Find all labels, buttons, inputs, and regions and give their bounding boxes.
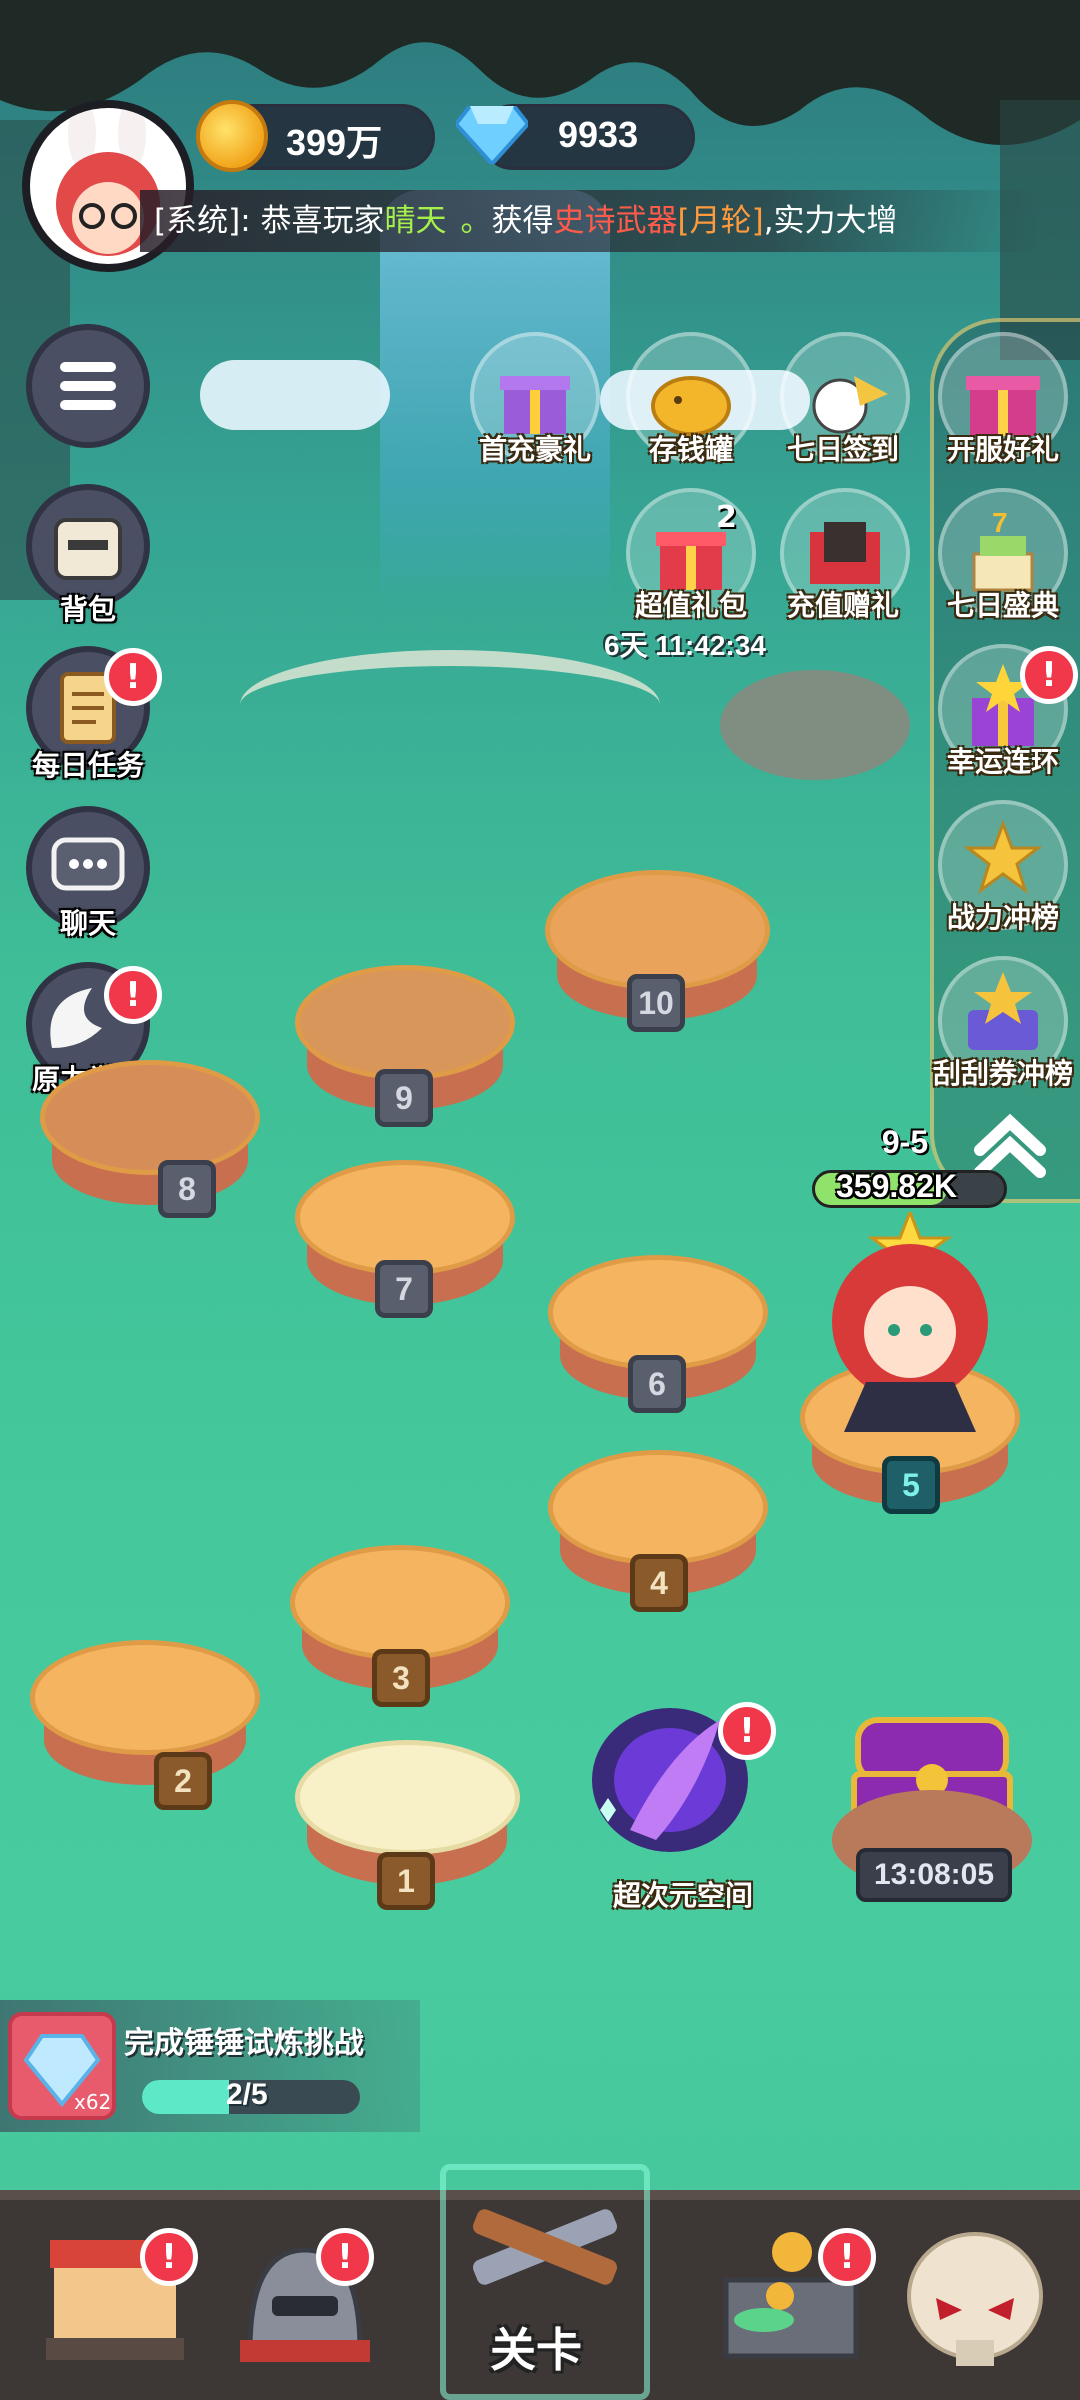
level-number-9: 9 <box>375 1069 433 1127</box>
reward-count: x62 <box>74 2090 112 2114</box>
quest-title: 完成锤锤试炼挑战 <box>124 2026 364 2061</box>
menu-icon <box>60 362 116 410</box>
chat-label: 聊天 <box>59 907 116 940</box>
scratch-ranking-label: 刮刮券冲榜 <box>932 1057 1073 1090</box>
level-node-1[interactable]: 1 <box>295 1740 520 1910</box>
broadcast-middle: 获得 <box>491 203 554 239</box>
server-open-gift-label: 开服好礼 <box>946 433 1059 466</box>
broadcast-suffix: ,实力大增 <box>763 203 898 239</box>
diamond-amount: 9933 <box>558 114 639 155</box>
broadcast-player: 晴天 <box>384 203 447 239</box>
diamond-icon <box>456 106 528 164</box>
stage-nav-label: 关卡 <box>490 2323 582 2377</box>
knight-helmet-icon <box>240 2247 370 2362</box>
nav-treasure[interactable]: ! <box>700 2200 890 2400</box>
cloud <box>200 360 390 430</box>
portal-label: 超次元空间 <box>612 1879 753 1912</box>
bone-decor <box>240 650 660 760</box>
shop-alert-badge: ! <box>140 2228 198 2286</box>
nav-hero[interactable]: ! <box>210 2200 400 2400</box>
broadcast-prefix: [系统]: 恭喜玩家 <box>154 203 385 239</box>
chest-timer-box: 13:08:05 <box>856 1848 1012 1902</box>
portal-alert-badge: ! <box>718 1702 776 1760</box>
level-node-8[interactable]: 8 <box>40 1060 260 1218</box>
level-number-8: 8 <box>158 1160 216 1218</box>
bag-label: 背包 <box>59 593 116 626</box>
stage-id: 9-5 <box>881 1124 929 1160</box>
lucky-chain-alert-badge: ! <box>1020 646 1078 704</box>
broadcast-item-type: 史诗武器 <box>553 203 678 239</box>
level-node-6[interactable]: 6 <box>548 1255 768 1413</box>
force-awaken-alert-badge: ! <box>104 966 162 1024</box>
system-broadcast: [系统]: 恭喜玩家晴天 。获得史诗武器[月轮],实力大增 <box>140 190 1040 252</box>
level-node-3[interactable]: 3 <box>290 1545 510 1707</box>
skull-icon <box>907 2232 1043 2366</box>
level-number-10: 10 <box>627 974 685 1032</box>
nav-shop[interactable]: ! <box>20 2200 210 2400</box>
level-node-7[interactable]: 7 <box>295 1160 515 1318</box>
player-character[interactable] <box>800 1207 1020 1442</box>
svg-text:7: 7 <box>992 507 1008 538</box>
daily-tasks-alert-badge: ! <box>104 648 162 706</box>
level-node-2[interactable]: 2 <box>30 1640 260 1810</box>
gold-amount: 399万 <box>286 122 383 163</box>
treasure-coins-icon <box>723 2232 859 2359</box>
bottom-nav: ! ! 关卡 ! <box>0 2164 1080 2400</box>
level-number-6: 6 <box>628 1355 686 1413</box>
power-value: 359.82K <box>836 1168 957 1204</box>
value-pack-count: 2 <box>716 500 737 535</box>
main-menu-button[interactable] <box>26 324 150 448</box>
gold-coin-icon <box>196 100 268 172</box>
quest-progress-text: 2/5 <box>226 2078 268 2111</box>
level-node-9[interactable]: 9 <box>295 965 515 1127</box>
value-pack-timer: 6天 11:42:34 <box>604 630 766 661</box>
rock-decor <box>720 670 910 780</box>
power-ranking-label: 战力冲榜 <box>946 901 1059 934</box>
level-number-3: 3 <box>372 1649 430 1707</box>
broadcast-item-name: [月轮] <box>677 203 764 239</box>
nav-boss[interactable] <box>880 2200 1070 2400</box>
level-number-2: 2 <box>154 1752 212 1810</box>
level-number-5: 5 <box>882 1456 940 1514</box>
level-node-10[interactable]: 10 <box>545 870 770 1032</box>
level-number-4: 4 <box>630 1554 688 1612</box>
player-stage-info: 9-5 <box>830 1124 980 1161</box>
level-node-4[interactable]: 4 <box>548 1450 768 1612</box>
chest-timer: 13:08:05 <box>873 1858 995 1891</box>
lucky-chain-label: 幸运连环 <box>946 745 1059 778</box>
daily-tasks-label: 每日任务 <box>31 749 144 782</box>
level-number-1: 1 <box>377 1852 435 1910</box>
level-number-7: 7 <box>375 1260 433 1318</box>
broadcast-dot: 。 <box>460 203 492 239</box>
hero-alert-badge: ! <box>316 2228 374 2286</box>
quest-tracker[interactable]: x62 完成锤锤试炼挑战 2/5 <box>0 2000 420 2132</box>
nav-stage[interactable]: 关卡 <box>440 2164 650 2400</box>
backpack-icon <box>54 518 122 580</box>
treasure-alert-badge: ! <box>818 2228 876 2286</box>
seven-day-festival-label: 七日盛典 <box>946 589 1059 622</box>
